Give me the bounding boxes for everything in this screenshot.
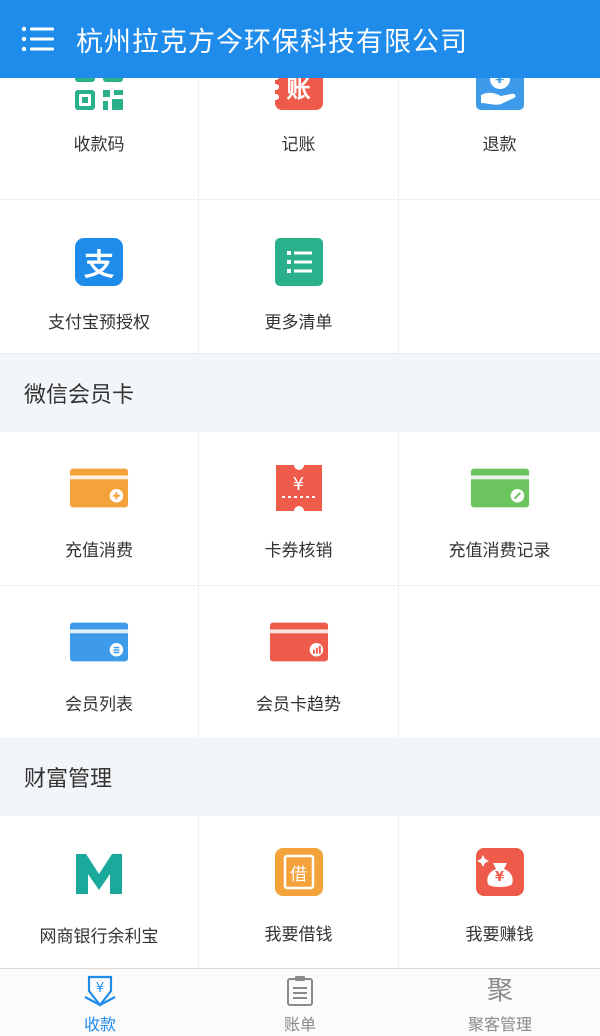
loan-icon-text: 借 [290, 864, 307, 885]
tab-bill[interactable]: 账单 [200, 969, 400, 1036]
grid-item-member-list[interactable]: 会员列表 [0, 586, 199, 740]
grid-item-recharge-record[interactable]: 充值消费记录 [399, 432, 600, 586]
coupon-icon: ¥ [269, 458, 329, 518]
grid-item-card-trend[interactable]: 会员卡趋势 [199, 586, 399, 740]
record-card-icon [470, 458, 530, 518]
trend-card-icon [269, 612, 329, 672]
grid-item-label: 记账 [281, 135, 316, 155]
app-screen: 杭州拉克方今环保科技有限公司 收款码 账 记账 ¥ 退款 支 支付宝预授权 更多… [0, 0, 600, 1036]
svg-text:¥: ¥ [96, 981, 104, 996]
tab-label: 账单 [283, 1015, 316, 1034]
mybank-icon [69, 844, 129, 904]
grid-item-alipay-preauth[interactable]: 支 支付宝预授权 [0, 200, 199, 354]
coupon-icon-text: ¥ [292, 473, 305, 495]
grid-empty-cell [399, 586, 600, 740]
section-title-wechat-card: 微信会员卡 [0, 354, 600, 432]
loan-icon: 借 [269, 842, 329, 902]
grid-item-label: 更多清单 [264, 313, 333, 333]
tab-label: 收款 [83, 1015, 116, 1034]
menu-list-icon [21, 26, 54, 52]
grid-item-label: 我要赚钱 [465, 925, 534, 945]
member-card-icon [69, 612, 129, 672]
grid-empty-cell [399, 200, 600, 354]
grid-item-label: 收款码 [73, 135, 125, 155]
refund-hand-icon: ¥ [470, 78, 530, 116]
top-app-bar: 杭州拉克方今环保科技有限公司 [0, 0, 600, 78]
grid-item-label: 充值消费 [65, 541, 133, 561]
grid-item-borrow[interactable]: 借 我要借钱 [199, 816, 399, 968]
grid-item-ledger[interactable]: 账 记账 [199, 78, 399, 200]
grid-item-label: 网商银行余利宝 [39, 927, 159, 947]
section-title-wealth-management: 财富管理 [0, 738, 600, 816]
grid-item-label: 支付宝预授权 [48, 313, 150, 333]
grid-item-label: 会员卡趋势 [256, 695, 341, 715]
grid-item-label: 会员列表 [65, 695, 133, 715]
tab-label: 聚客管理 [467, 1015, 532, 1034]
grid-item-earn[interactable]: ¥ 我要赚钱 [399, 816, 600, 968]
refund-icon-text: ¥ [494, 78, 505, 87]
customer-icon: 聚 [487, 975, 513, 1007]
payment-tools-grid: 收款码 账 记账 ¥ 退款 支 支付宝预授权 更多清单 [0, 78, 600, 354]
recharge-card-icon [69, 458, 129, 518]
grid-item-label: 充值消费记录 [448, 541, 551, 561]
grid-item-label: 我要借钱 [264, 925, 333, 945]
grid-item-label: 卡券核销 [264, 541, 333, 561]
ledger-icon: 账 [269, 78, 329, 116]
bill-icon [285, 975, 315, 1007]
receive-money-icon: ¥ [83, 975, 117, 1007]
menu-button[interactable] [0, 0, 76, 78]
earn-icon-text: ¥ [494, 869, 505, 885]
main-content[interactable]: 收款码 账 记账 ¥ 退款 支 支付宝预授权 更多清单 微信会员卡 充值消费 ¥… [0, 78, 600, 968]
alipay-icon: 支 [69, 232, 129, 292]
grid-item-more-list[interactable]: 更多清单 [199, 200, 399, 354]
grid-item-qr-code[interactable]: 收款码 [0, 78, 199, 200]
list-icon [269, 232, 329, 292]
wealth-grid: 网商银行余利宝 借 我要借钱 ¥ 我要赚钱 [0, 816, 600, 968]
grid-item-recharge[interactable]: 充值消费 [0, 432, 199, 586]
tab-customer-management[interactable]: 聚 聚客管理 [400, 969, 600, 1036]
bottom-tab-bar: ¥ 收款 账单 聚 聚客管理 [0, 968, 600, 1036]
customer-icon-glyph: 聚 [486, 976, 513, 1006]
grid-item-label: 退款 [482, 135, 517, 155]
money-bag-icon: ¥ [470, 842, 530, 902]
wechat-card-grid: 充值消费 ¥ 卡券核销 充值消费记录 会员列表 会员卡趋势 [0, 432, 600, 740]
grid-item-refund[interactable]: ¥ 退款 [399, 78, 600, 200]
alipay-icon-text: 支 [84, 248, 114, 283]
qr-code-icon [69, 78, 129, 116]
page-title: 杭州拉克方今环保科技有限公司 [76, 26, 468, 58]
ledger-icon-text: 账 [286, 78, 311, 103]
grid-item-mybank-yulibao[interactable]: 网商银行余利宝 [0, 816, 199, 968]
tab-receive-money[interactable]: ¥ 收款 [0, 969, 200, 1036]
grid-item-coupon-verify[interactable]: ¥ 卡券核销 [199, 432, 399, 586]
